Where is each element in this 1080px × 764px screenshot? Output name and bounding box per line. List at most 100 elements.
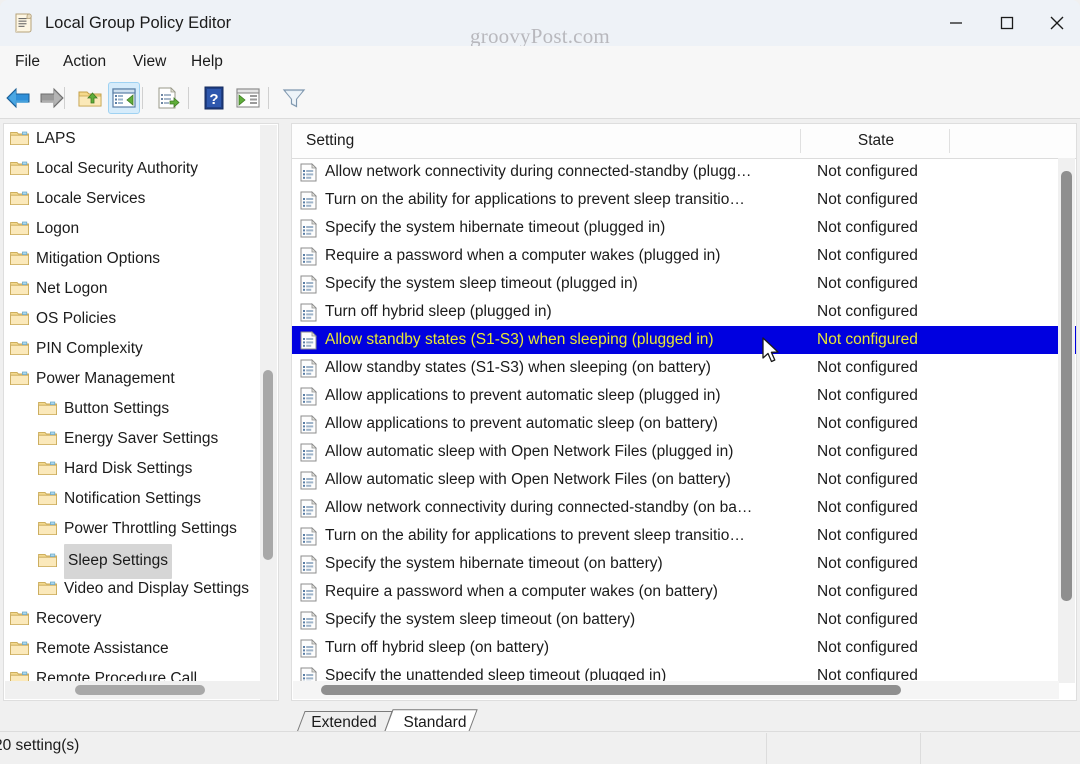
table-row[interactable]: Specify the system hibernate timeout (pl… (292, 214, 1076, 242)
menu-view[interactable]: View (124, 46, 175, 78)
tree-horizontal-scrollbar[interactable] (5, 681, 263, 699)
list-vertical-scroll-thumb[interactable] (1061, 171, 1072, 601)
list-horizontal-scrollbar[interactable] (293, 681, 1059, 699)
table-row[interactable]: Turn on the ability for applications to … (292, 522, 1076, 550)
cell-setting-name: Allow applications to prevent automatic … (325, 387, 721, 404)
table-row[interactable]: Specify the system hibernate timeout (on… (292, 550, 1076, 578)
table-row[interactable]: Turn off hybrid sleep (plugged in) Not co… (292, 298, 1076, 326)
tree-item-label: Video and Display Settings (64, 580, 249, 597)
tree-vertical-scroll-thumb[interactable] (263, 370, 273, 560)
table-row[interactable]: Allow applications to prevent automatic … (292, 382, 1076, 410)
folder-icon (38, 457, 57, 476)
tree-item-label: PIN Complexity (36, 340, 143, 357)
cell-state: Not configured (817, 471, 918, 488)
table-row[interactable]: Allow network connectivity during connec… (292, 158, 1076, 186)
window-controls (933, 0, 1080, 46)
tree-item-energy-saver-settings[interactable]: Energy Saver Settings (4, 424, 262, 454)
table-row[interactable]: Allow automatic sleep with Open Network … (292, 438, 1076, 466)
table-row[interactable]: Allow standby states (S1-S3) when sleepi… (292, 354, 1076, 382)
folder-icon (38, 549, 57, 568)
tree-item-local-security-authority[interactable]: Local Security Authority (4, 154, 262, 184)
menu-action[interactable]: Action (54, 46, 115, 78)
title-bar: Local Group Policy Editor groovyPost.com (0, 0, 1080, 48)
list-horizontal-scroll-thumb[interactable] (321, 685, 901, 695)
policy-setting-icon (300, 415, 317, 434)
back-button[interactable] (2, 82, 34, 114)
show-hide-console-tree-button[interactable] (108, 82, 140, 114)
up-one-level-button[interactable] (74, 82, 106, 114)
tree-item-locale-services[interactable]: Locale Services (4, 184, 262, 214)
cell-state: Not configured (817, 583, 918, 600)
cell-state: Not configured (817, 163, 918, 180)
cell-state: Not configured (817, 415, 918, 432)
column-divider[interactable] (949, 129, 950, 153)
tree-item-laps[interactable]: LAPS (4, 124, 262, 154)
cell-state: Not configured (817, 443, 918, 460)
menu-file[interactable]: File (6, 46, 49, 78)
tree-item-remote-procedure-call[interactable]: Remote Procedure Call (4, 664, 262, 682)
policy-setting-icon (300, 611, 317, 630)
policy-setting-icon (300, 555, 317, 574)
policy-setting-icon (300, 303, 317, 322)
settings-rows-viewport: Allow network connectivity during connec… (292, 158, 1076, 683)
list-vertical-scrollbar[interactable] (1058, 158, 1075, 683)
tree-item-os-policies[interactable]: OS Policies (4, 304, 262, 334)
table-row[interactable]: Allow applications to prevent automatic … (292, 410, 1076, 438)
column-header-state[interactable]: State (806, 124, 946, 158)
maximize-button[interactable] (984, 0, 1030, 46)
folder-icon (38, 517, 57, 536)
tree-horizontal-scroll-thumb[interactable] (75, 685, 205, 695)
table-row[interactable]: Allow network connectivity during connec… (292, 494, 1076, 522)
tree-item-hard-disk-settings[interactable]: Hard Disk Settings (4, 454, 262, 484)
local-group-policy-editor-window: Local Group Policy Editor groovyPost.com… (0, 0, 1080, 764)
minimize-button[interactable] (933, 0, 979, 46)
tree-item-button-settings[interactable]: Button Settings (4, 394, 262, 424)
tree-item-logon[interactable]: Logon (4, 214, 262, 244)
export-list-button[interactable] (152, 82, 184, 114)
tree-vertical-scrollbar[interactable] (260, 125, 277, 700)
cell-state: Not configured (817, 219, 918, 236)
folder-icon (10, 637, 29, 656)
tree-item-video-and-display-settings[interactable]: Video and Display Settings (4, 574, 262, 604)
policy-setting-icon (300, 499, 317, 518)
tree-item-notification-settings[interactable]: Notification Settings (4, 484, 262, 514)
console-tree-pane: LAPS Local Security Authority Locale Servi… (3, 123, 279, 701)
folder-icon (10, 337, 29, 356)
close-button[interactable] (1034, 0, 1080, 46)
cell-setting-name: Turn off hybrid sleep (on battery) (325, 639, 550, 656)
table-row[interactable]: Require a password when a computer wakes… (292, 242, 1076, 270)
table-row[interactable]: Require a password when a computer wakes… (292, 578, 1076, 606)
tree-item-pin-complexity[interactable]: PIN Complexity (4, 334, 262, 364)
cell-setting-name: Turn off hybrid sleep (plugged in) (325, 303, 552, 320)
table-row[interactable]: Specify the unattended sleep timeout (pl… (292, 662, 1076, 683)
menu-help[interactable]: Help (182, 46, 232, 78)
tree-item-label: Remote Assistance (36, 640, 169, 657)
table-row[interactable]: Specify the system sleep timeout (on bat… (292, 606, 1076, 634)
folder-icon (38, 487, 57, 506)
toolbar: ? (0, 78, 1080, 119)
tree-item-power-management[interactable]: Power Management (4, 364, 262, 394)
tree-scroll-viewport[interactable]: LAPS Local Security Authority Locale Servi… (4, 124, 262, 682)
tree-item-label: Logon (36, 220, 80, 237)
table-row[interactable]: Turn off hybrid sleep (on battery) Not co… (292, 634, 1076, 662)
tree-item-mitigation-options[interactable]: Mitigation Options (4, 244, 262, 274)
tree-item-power-throttling-settings[interactable]: Power Throttling Settings (4, 514, 262, 544)
policy-setting-icon (300, 583, 317, 602)
folder-icon (38, 397, 57, 416)
table-row[interactable]: Specify the system sleep timeout (plugge… (292, 270, 1076, 298)
tree-item-remote-assistance[interactable]: Remote Assistance (4, 634, 262, 664)
table-row[interactable]: Allow standby states (S1-S3) when sleepi… (292, 326, 1076, 354)
column-header-setting[interactable]: Setting (306, 124, 796, 158)
folder-icon (10, 307, 29, 326)
show-detail-pane-button[interactable] (232, 82, 264, 114)
question-mark-icon[interactable]: ? (198, 82, 230, 114)
tree-item-sleep-settings[interactable]: Sleep Settings (4, 544, 262, 579)
tree-item-recovery[interactable]: Recovery (4, 604, 262, 634)
funnel-filter-icon[interactable] (278, 82, 310, 114)
column-header-extra[interactable] (954, 124, 1054, 158)
tree-item-label: Power Management (36, 370, 175, 387)
column-divider[interactable] (800, 129, 801, 153)
table-row[interactable]: Allow automatic sleep with Open Network … (292, 466, 1076, 494)
tree-item-net-logon[interactable]: Net Logon (4, 274, 262, 304)
table-row[interactable]: Turn on the ability for applications to … (292, 186, 1076, 214)
